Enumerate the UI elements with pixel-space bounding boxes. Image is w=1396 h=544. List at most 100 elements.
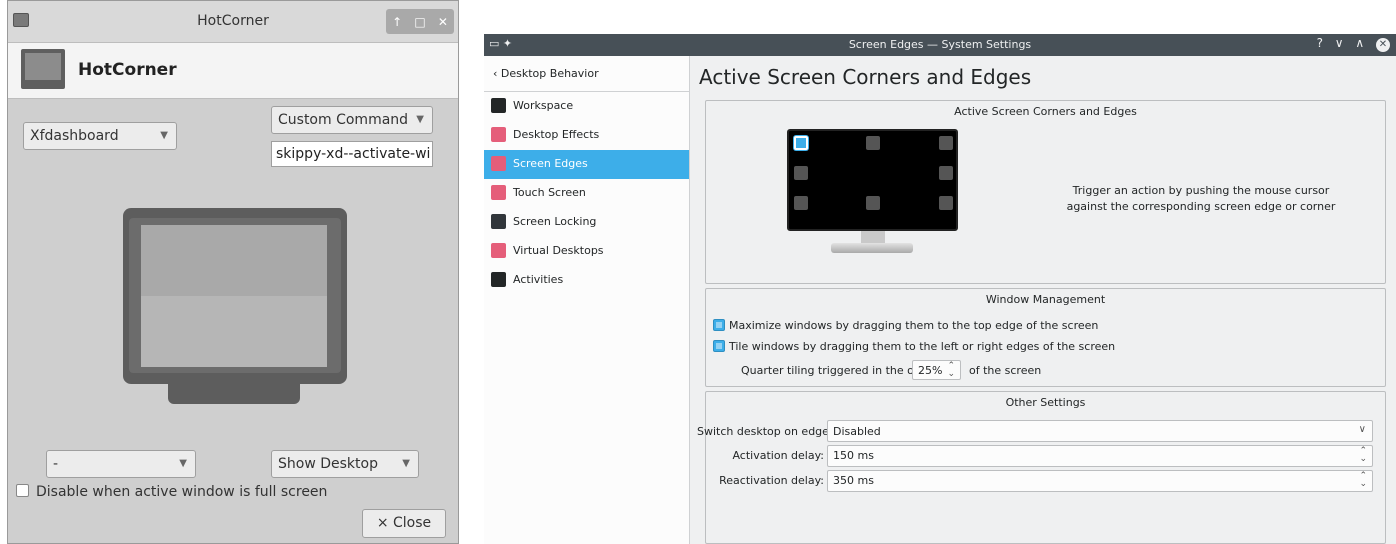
close-button[interactable]: × Close [362,509,446,538]
edge-left[interactable] [794,166,808,180]
activation-delay-label: Activation delay: [732,449,824,462]
activities-icon [491,272,506,287]
sidebar-item-label: Screen Locking [513,215,597,228]
sidebar-item-label: Desktop Effects [513,128,600,141]
spinbox-value: 150 ms [833,449,874,462]
spin-down-icon[interactable]: ⌄ [947,369,955,379]
close-window-icon[interactable]: ✕ [438,15,448,29]
edge-bottom[interactable] [866,196,880,210]
hotcorner-window: HotCorner ↑ □ ✕ HotCorner Custom Command… [7,0,459,544]
select-value: Custom Command [278,112,409,128]
group-title: Window Management [985,293,1106,306]
edge-right[interactable] [939,166,953,180]
select-value: Show Desktop [278,456,378,472]
sidebar-item-desktop-effects[interactable]: Desktop Effects [484,121,689,150]
monitor-screen [141,225,327,367]
page-title: Active Screen Corners and Edges [699,65,1032,89]
fullscreen-checkbox-label[interactable]: Disable when active window is full scree… [36,484,327,500]
monitor-stand [168,382,300,404]
edge-top[interactable] [866,136,880,150]
help-minimize-maximize-icons[interactable]: ? ∨ ∧ [1317,36,1369,50]
reactivation-delay-spinbox[interactable]: 350 ms ⌃ ⌄ [827,470,1373,492]
tile-label[interactable]: Tile windows by dragging them to the lef… [729,340,1115,353]
fullscreen-checkbox[interactable] [16,484,29,497]
close-button-label: Close [393,515,432,531]
maximize-checkbox[interactable] [713,319,725,331]
touch-screen-icon [491,185,506,200]
quarter-tiling-label: Quarter tiling triggered in the outer [741,364,937,377]
spin-arrows-icon[interactable]: ⌃ ⌄ [947,362,955,379]
corners-hint: Trigger an action by pushing the mouse c… [1066,184,1336,213]
sidebar-item-touch-screen[interactable]: Touch Screen [484,179,689,208]
top-left-action-select[interactable]: Xfdashboard ▼ [23,122,177,150]
window-controls: ↑ □ ✕ [386,9,454,34]
system-settings-window: ▭ ✦ Screen Edges — System Settings ? ∨ ∧… [484,34,1396,544]
screen-edges-icon [491,156,506,171]
activation-delay-spinbox[interactable]: 150 ms ⌃ ⌄ [827,445,1373,467]
quarter-tiling-spinbox[interactable]: 25% ⌃ ⌄ [912,360,961,380]
quarter-tiling-suffix: of the screen [969,364,1042,377]
chevron-down-icon: ∨ [1358,424,1366,435]
dropdown-arrow-icon: ▼ [160,130,168,141]
custom-command-input[interactable]: skippy-xd--activate-wi [271,141,433,167]
close-window-icon[interactable]: ✕ [1376,38,1390,52]
app-name: HotCorner [78,60,177,80]
spin-arrows-icon[interactable]: ⌃ ⌄ [1359,472,1367,489]
spin-down-icon[interactable]: ⌄ [1359,479,1367,489]
back-button[interactable]: ‹ Desktop Behavior [484,56,689,92]
monitor-app-icon [21,49,65,89]
select-value: Xfdashboard [30,128,119,144]
sidebar-item-workspace[interactable]: Workspace [484,92,689,121]
maximize-label[interactable]: Maximize windows by dragging them to the… [729,319,1098,332]
corner-top-right[interactable] [939,136,953,150]
switch-desktop-combo[interactable]: Disabled ∨ [827,420,1373,442]
bottom-right-action-select[interactable]: Show Desktop ▼ [271,450,419,478]
back-label: Desktop Behavior [500,67,599,80]
sidebar-item-screen-edges[interactable]: Screen Edges [484,150,689,179]
spin-arrows-icon[interactable]: ⌃ ⌄ [1359,447,1367,464]
bottom-left-action-select[interactable]: - ▼ [46,450,196,478]
group-title: Other Settings [1005,396,1086,409]
dropdown-arrow-icon: ▼ [402,458,410,469]
virtual-desktops-icon [491,243,506,258]
combo-value: Disabled [833,425,881,438]
sidebar-item-screen-locking[interactable]: Screen Locking [484,208,689,237]
chevron-left-icon: ‹ [493,67,498,80]
monitor-neck [861,231,885,243]
dropdown-arrow-icon: ▼ [416,114,424,125]
tile-checkbox[interactable] [713,340,725,352]
settings-titlebar[interactable]: ▭ ✦ Screen Edges — System Settings ? ∨ ∧… [484,34,1396,56]
sidebar-item-label: Touch Screen [513,186,586,199]
maximize-icon[interactable]: □ [414,15,425,29]
spinbox-value: 350 ms [833,474,874,487]
corner-top-left[interactable] [794,136,808,150]
reactivation-delay-label: Reactivation delay: [719,474,824,487]
spinbox-value: 25% [918,364,943,377]
window-management-group: Window Management Maximize windows by dr… [705,288,1386,387]
sidebar-item-label: Workspace [513,99,574,112]
sidebar-item-label: Screen Edges [513,157,588,170]
hotcorner-titlebar[interactable]: HotCorner ↑ □ ✕ [8,1,458,43]
dropdown-arrow-icon: ▼ [179,458,187,469]
sidebar-item-virtual-desktops[interactable]: Virtual Desktops [484,237,689,266]
corners-group: Active Screen Corners and Edges Trigger … [705,100,1386,284]
monitor-base [831,243,913,253]
desktop-effects-icon [491,127,506,142]
corner-bottom-right[interactable] [939,196,953,210]
window-controls: ? ∨ ∧ ✕ [1317,36,1390,52]
window-title: Screen Edges — System Settings [848,38,1032,51]
keep-above-icon[interactable]: ↑ [392,15,402,29]
sidebar: ‹ Desktop Behavior Workspace Desktop Effe… [484,56,690,544]
top-right-action-select[interactable]: Custom Command ▼ [271,106,433,134]
app-header: HotCorner [8,43,458,99]
sidebar-item-activities[interactable]: Activities [484,266,689,295]
other-settings-group: Other Settings Switch desktop on edge: D… [697,391,1386,544]
corner-bottom-left[interactable] [794,196,808,210]
select-value: - [53,456,59,472]
sidebar-item-label: Activities [513,273,564,286]
workspace-icon [491,98,506,113]
switch-desktop-label: Switch desktop on edge: [697,425,833,438]
spin-down-icon[interactable]: ⌄ [1359,454,1367,464]
close-icon: × [376,515,389,531]
screen-edges-monitor [787,129,958,231]
